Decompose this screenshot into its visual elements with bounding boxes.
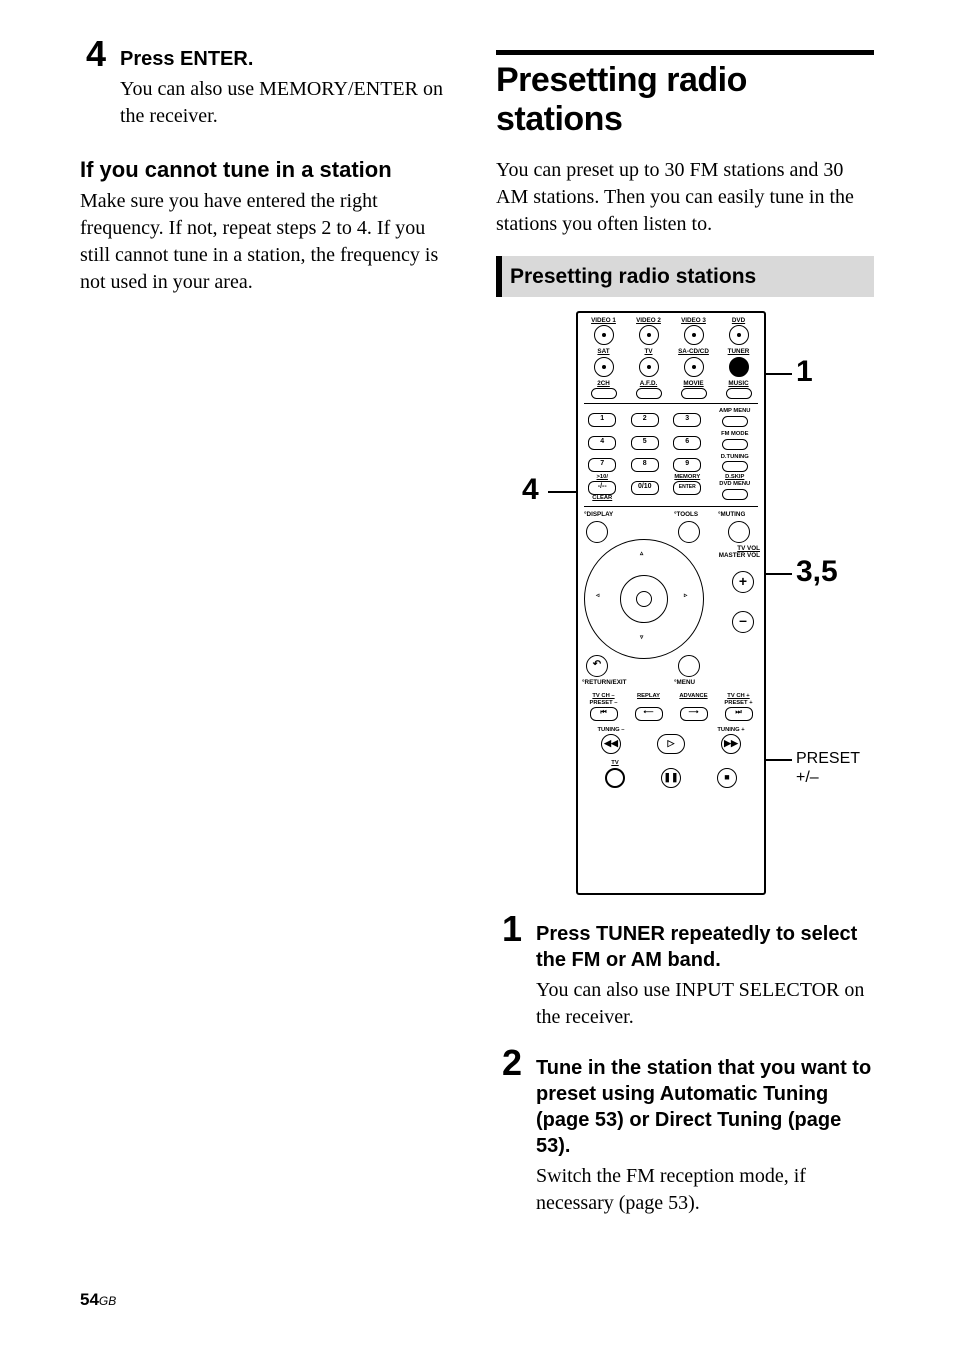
step-body-text: You can also use INPUT SELECTOR on the r… (536, 977, 874, 1031)
step-number: 4 (80, 36, 106, 72)
page-footer: 54GB (80, 1290, 116, 1310)
cannot-tune-body: Make sure you have entered the right fre… (80, 188, 458, 296)
callout-4: 4 (522, 475, 539, 505)
step-body-text: Switch the FM reception mode, if necessa… (536, 1163, 874, 1217)
page-suffix: GB (99, 1294, 116, 1308)
section-intro: You can preset up to 30 FM stations and … (496, 157, 874, 238)
step-2: 2 Tune in the station that you want to p… (496, 1045, 874, 1217)
step-heading: Press ENTER. (120, 46, 458, 72)
remote-diagram: 1 4 3,5 PRESET +/– VIDEO 1 VIDEO 2 VIDEO… (496, 311, 874, 911)
step-heading: Press TUNER repeatedly to select the FM … (536, 921, 874, 973)
tuner-button-icon (729, 357, 749, 377)
step-number: 2 (496, 1045, 522, 1081)
cannot-tune-heading: If you cannot tune in a station (80, 156, 458, 184)
callout-preset: PRESET +/– (796, 749, 876, 787)
callout-1: 1 (796, 357, 813, 387)
step-body-text: You can also use MEMORY/ENTER on the rec… (120, 76, 458, 130)
subsection-bar: Presetting radio stations (496, 256, 874, 297)
step-4: 4 Press ENTER. You can also use MEMORY/E… (80, 36, 458, 130)
step-1: 1 Press TUNER repeatedly to select the F… (496, 911, 874, 1031)
section-title: Presetting radio stations (496, 61, 874, 139)
step-heading: Tune in the station that you want to pre… (536, 1055, 874, 1159)
section-rule (496, 50, 874, 55)
page-number: 54 (80, 1290, 99, 1309)
callout-3-5: 3,5 (796, 557, 838, 587)
step-number: 1 (496, 911, 522, 947)
remote-body: VIDEO 1 VIDEO 2 VIDEO 3 DVD SAT TV SA-CD… (576, 311, 766, 895)
